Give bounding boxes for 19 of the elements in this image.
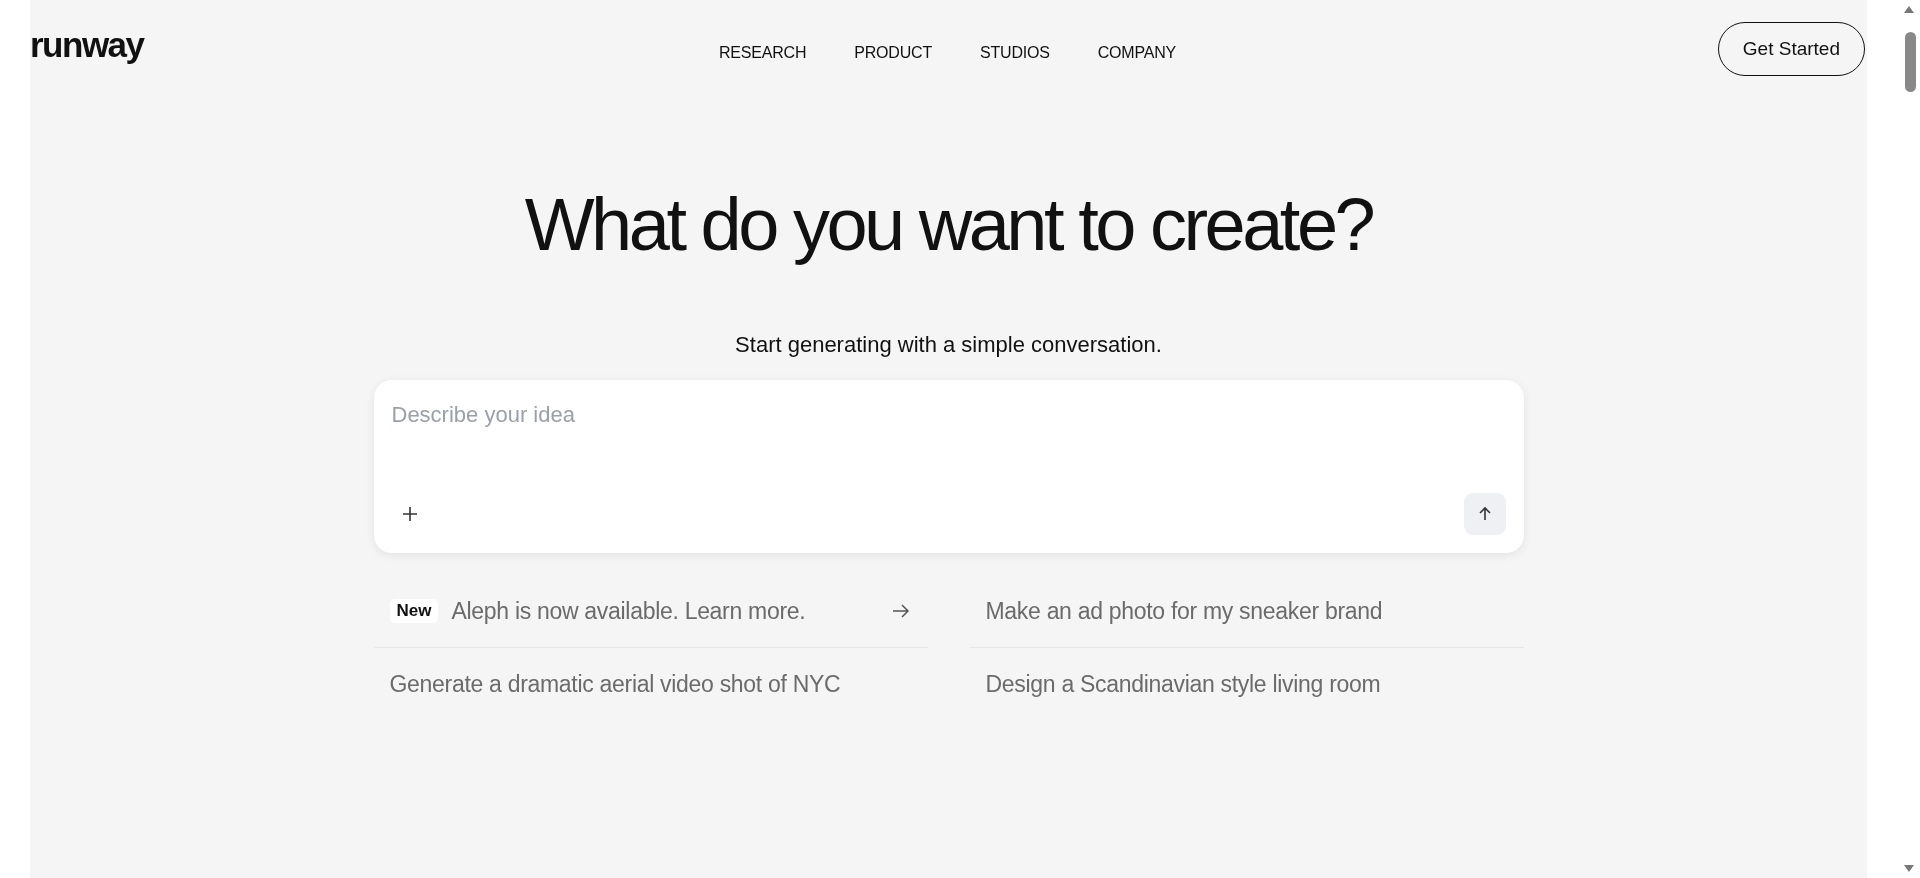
prompt-suggestion[interactable]: Make an ad photo for my sneaker brand [985,597,1383,625]
nav-link[interactable]: COMPANY [1097,44,1177,62]
new-badge: New [389,599,439,623]
nav-link[interactable]: STUDIOS [980,44,1050,62]
announcement-link[interactable]: New Aleph is now available. Learn more. [389,597,912,625]
prompt-field[interactable]: Describe your idea [373,380,1524,553]
prompt-suggestion[interactable]: Design a Scandinavian style living room [985,670,1381,698]
send-button[interactable] [1463,493,1506,535]
plus-icon[interactable] [400,505,419,523]
subheading: Start generating with a simple conversation. [735,332,1162,358]
nav-link[interactable]: PRODUCT [854,44,932,62]
runway-logo[interactable]: runway [30,25,144,65]
scroll-thumb[interactable] [1905,32,1916,92]
announcement-text: Aleph is now available. Learn more. [451,597,806,625]
scroll-up-icon[interactable] [1902,4,1916,14]
prompt-suggestion[interactable]: Generate a dramatic aerial video shot of NYC [389,670,841,698]
scroll-down-icon[interactable] [1902,864,1916,874]
nav-link[interactable]: RESEARCH [718,44,807,62]
arrow-right-icon [891,604,910,618]
